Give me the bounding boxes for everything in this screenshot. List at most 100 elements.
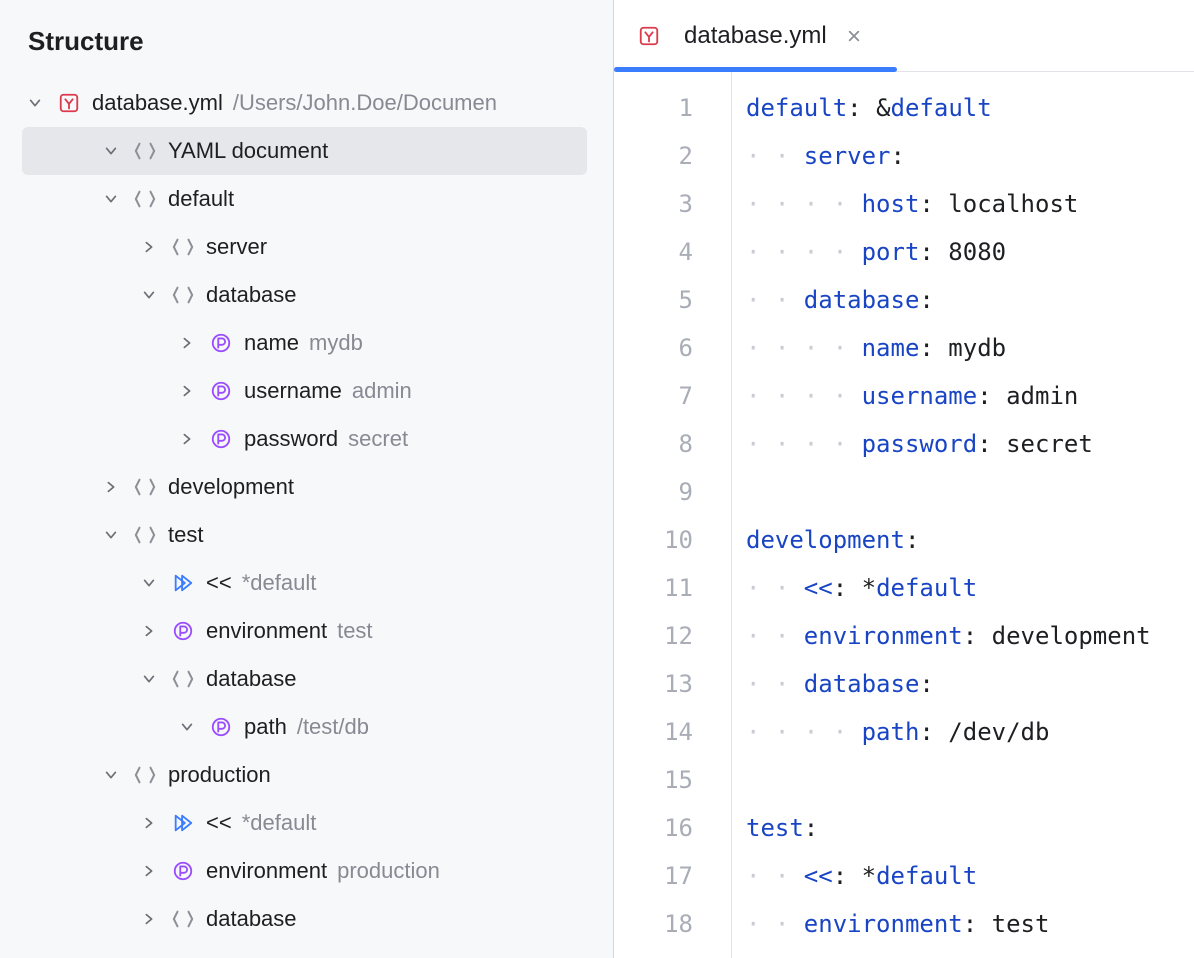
tree-node-label: development bbox=[168, 474, 294, 500]
code-line[interactable]: · · · · username: admin bbox=[746, 372, 1194, 420]
code-line[interactable]: · · environment: test bbox=[746, 900, 1194, 948]
alias-icon bbox=[170, 810, 196, 836]
yaml-file-icon bbox=[56, 90, 82, 116]
code-line[interactable]: development: bbox=[746, 516, 1194, 564]
tree-row[interactable]: passwordsecret bbox=[0, 415, 613, 463]
editor-code[interactable]: default: &default· · server:· · · · host… bbox=[732, 72, 1194, 958]
editor-panel: database.yml 123456789101112131415161718… bbox=[614, 0, 1194, 958]
code-token: : bbox=[804, 804, 818, 852]
tree-node-label: environment bbox=[206, 858, 327, 884]
code-token: : bbox=[919, 660, 933, 708]
code-token: : bbox=[977, 372, 1006, 420]
code-token: : bbox=[833, 852, 862, 900]
tree-row[interactable]: test bbox=[0, 511, 613, 559]
line-number: 8 bbox=[614, 420, 731, 468]
code-line[interactable]: · · database: bbox=[746, 660, 1194, 708]
line-number: 12 bbox=[614, 612, 731, 660]
tree-row[interactable]: YAML document bbox=[22, 127, 587, 175]
line-number: 5 bbox=[614, 276, 731, 324]
code-token: : bbox=[919, 180, 948, 228]
line-number: 6 bbox=[614, 324, 731, 372]
chevron-down-icon[interactable] bbox=[136, 666, 162, 692]
tree-node-label: environment bbox=[206, 618, 327, 644]
tree-row[interactable]: environmenttest bbox=[0, 607, 613, 655]
line-number: 2 bbox=[614, 132, 731, 180]
tree-row[interactable]: database.yml/Users/John.Doe/Documen bbox=[0, 79, 613, 127]
chevron-down-icon[interactable] bbox=[98, 138, 124, 164]
editor-tab[interactable]: database.yml bbox=[614, 0, 887, 71]
code-token: : bbox=[963, 900, 992, 948]
tree-row[interactable]: server bbox=[0, 223, 613, 271]
tree-row[interactable]: database bbox=[0, 895, 613, 943]
chevron-right-icon[interactable] bbox=[136, 618, 162, 644]
chevron-right-icon[interactable] bbox=[98, 474, 124, 500]
tree-node-value: production bbox=[337, 858, 440, 884]
tree-row[interactable]: usernameadmin bbox=[0, 367, 613, 415]
chevron-right-icon[interactable] bbox=[174, 330, 200, 356]
editor-body[interactable]: 123456789101112131415161718 default: &de… bbox=[614, 72, 1194, 958]
tree-row[interactable]: database bbox=[0, 655, 613, 703]
line-number: 13 bbox=[614, 660, 731, 708]
chevron-right-icon[interactable] bbox=[174, 426, 200, 452]
tree-row[interactable]: development bbox=[0, 463, 613, 511]
tree-row[interactable]: default bbox=[0, 175, 613, 223]
tree-row[interactable]: path/test/db bbox=[0, 703, 613, 751]
chevron-down-icon[interactable] bbox=[22, 90, 48, 116]
chevron-right-icon[interactable] bbox=[136, 906, 162, 932]
tree-row[interactable]: environment production bbox=[0, 847, 613, 895]
tree-node-label: default bbox=[168, 186, 234, 212]
tree-node-value: *default bbox=[242, 570, 317, 596]
tag-icon bbox=[132, 474, 158, 500]
code-token: * bbox=[862, 852, 876, 900]
code-line[interactable] bbox=[746, 468, 1194, 516]
code-line[interactable]: · · <<: *default bbox=[746, 852, 1194, 900]
chevron-right-icon[interactable] bbox=[136, 810, 162, 836]
tree-row[interactable]: namemydb bbox=[0, 319, 613, 367]
code-line[interactable]: · · environment: development bbox=[746, 612, 1194, 660]
code-token: development bbox=[746, 516, 905, 564]
tag-icon bbox=[132, 186, 158, 212]
tree-row[interactable]: production bbox=[0, 751, 613, 799]
structure-panel: Structure database.yml/Users/John.Doe/Do… bbox=[0, 0, 614, 958]
code-line[interactable]: · · · · name: mydb bbox=[746, 324, 1194, 372]
tree-node-value: *default bbox=[242, 810, 317, 836]
tree-row[interactable]: <<*default bbox=[0, 559, 613, 607]
chevron-right-icon[interactable] bbox=[174, 378, 200, 404]
chevron-down-icon[interactable] bbox=[174, 714, 200, 740]
tree-node-value: mydb bbox=[309, 330, 363, 356]
chevron-down-icon[interactable] bbox=[98, 762, 124, 788]
code-line[interactable]: · · <<: *default bbox=[746, 564, 1194, 612]
tree-node-value: secret bbox=[348, 426, 408, 452]
chevron-down-icon[interactable] bbox=[98, 522, 124, 548]
code-token: /dev/db bbox=[948, 708, 1049, 756]
tree-node-label: path bbox=[244, 714, 287, 740]
code-line[interactable]: test: bbox=[746, 804, 1194, 852]
close-icon[interactable] bbox=[843, 25, 865, 47]
code-line[interactable]: · · database: bbox=[746, 276, 1194, 324]
property-icon bbox=[170, 618, 196, 644]
code-line[interactable]: · · · · password: secret bbox=[746, 420, 1194, 468]
chevron-right-icon[interactable] bbox=[136, 234, 162, 260]
code-line[interactable]: · · · · host: localhost bbox=[746, 180, 1194, 228]
chevron-down-icon[interactable] bbox=[136, 570, 162, 596]
chevron-right-icon[interactable] bbox=[136, 858, 162, 884]
code-token: development bbox=[992, 612, 1151, 660]
tree-row[interactable]: <<*default bbox=[0, 799, 613, 847]
code-line[interactable]: · · · · path: /dev/db bbox=[746, 708, 1194, 756]
code-token: default bbox=[876, 852, 977, 900]
tag-icon bbox=[170, 906, 196, 932]
chevron-down-icon[interactable] bbox=[98, 186, 124, 212]
code-token: path bbox=[862, 708, 920, 756]
code-line[interactable]: · · · · port: 8080 bbox=[746, 228, 1194, 276]
code-line[interactable] bbox=[746, 756, 1194, 804]
line-number: 10 bbox=[614, 516, 731, 564]
code-line[interactable]: · · server: bbox=[746, 132, 1194, 180]
code-token: : bbox=[905, 516, 919, 564]
code-token: : bbox=[919, 708, 948, 756]
property-icon bbox=[208, 714, 234, 740]
tree-row[interactable]: database bbox=[0, 271, 613, 319]
whitespace-indicator: · · bbox=[746, 564, 804, 612]
code-line[interactable]: default: &default bbox=[746, 84, 1194, 132]
code-token: << bbox=[804, 564, 833, 612]
chevron-down-icon[interactable] bbox=[136, 282, 162, 308]
